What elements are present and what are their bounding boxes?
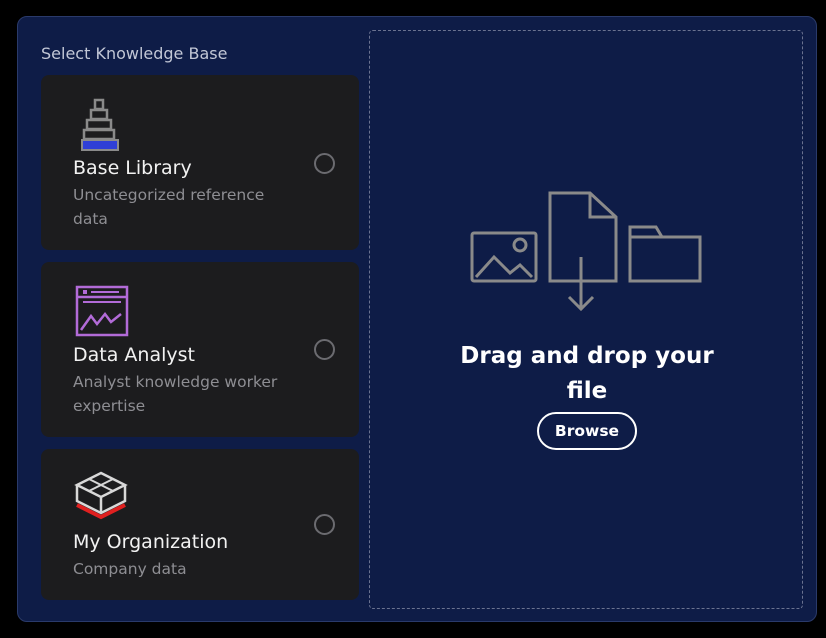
section-label: Select Knowledge Base [41, 44, 228, 63]
kb-option-base-library[interactable]: Base Library Uncategorized reference dat… [41, 75, 359, 250]
upload-illustration [470, 191, 706, 315]
knowledge-upload-panel: Select Knowledge Base Base Library Uncat… [17, 16, 817, 622]
kb-description: Uncategorized reference data [73, 186, 265, 228]
image-icon [470, 231, 538, 283]
kb-radio[interactable] [314, 339, 335, 360]
tower-stack-icon [73, 97, 129, 153]
kb-description: Company data [73, 560, 187, 578]
kb-description: Analyst knowledge worker expertise [73, 373, 278, 415]
kb-radio[interactable] [314, 153, 335, 174]
kb-radio[interactable] [314, 514, 335, 535]
kb-title: Data Analyst [73, 344, 195, 366]
folder-icon [628, 225, 702, 283]
box-frame-icon [73, 469, 129, 525]
kb-title: My Organization [73, 531, 229, 553]
dropzone-text: Drag and drop your file [460, 343, 714, 404]
kb-option-my-organization[interactable]: My Organization Company data [41, 449, 359, 600]
file-dropzone[interactable]: Drag and drop your file Browse [369, 30, 803, 609]
kb-title: Base Library [73, 157, 192, 179]
kb-option-data-analyst[interactable]: Data Analyst Analyst knowledge worker ex… [41, 262, 359, 437]
download-file-icon [548, 191, 618, 312]
browse-button[interactable]: Browse [537, 412, 637, 450]
chart-window-icon [73, 284, 129, 340]
